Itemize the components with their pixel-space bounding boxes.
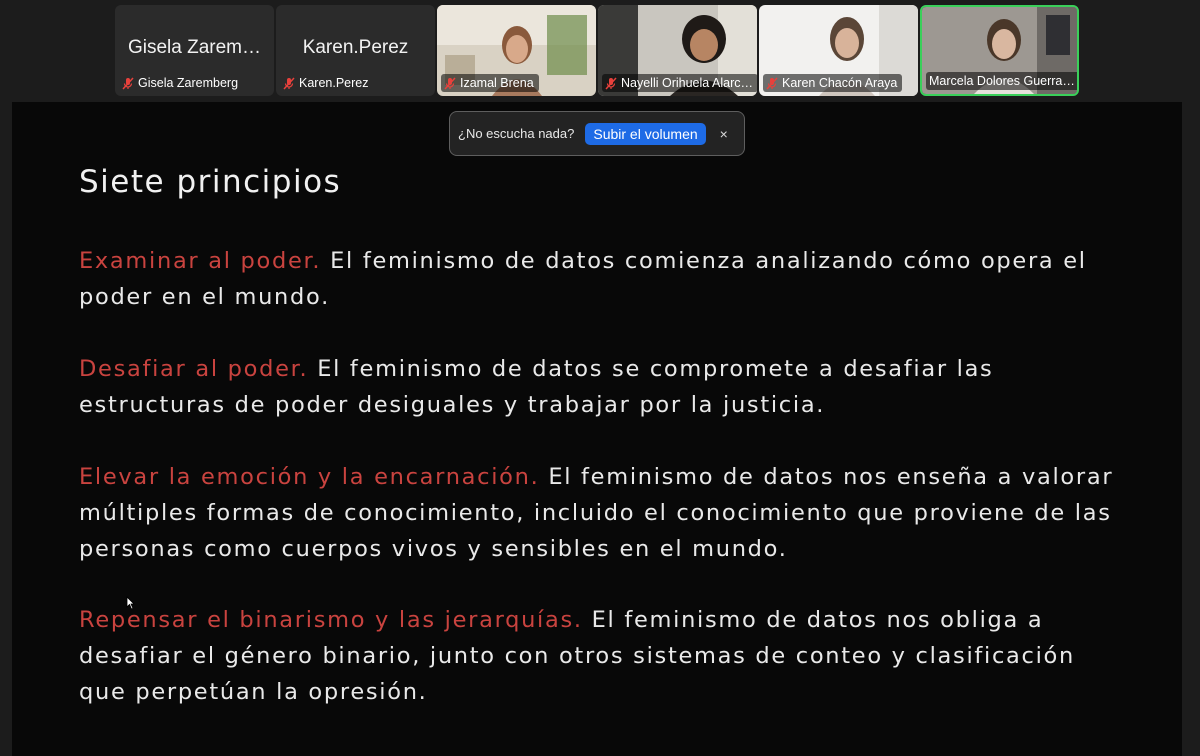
participant-strip: Gisela Zarem… Gisela Zaremberg Karen.Per… (115, 5, 1081, 96)
principle-lead: Desafiar al poder. (79, 356, 309, 382)
participant-name: Marcela Dolores Guerra… (929, 74, 1075, 88)
participant-tile-gisela[interactable]: Gisela Zarem… Gisela Zaremberg (115, 5, 274, 96)
participant-nameplate: Marcela Dolores Guerra… (926, 72, 1077, 90)
audio-prompt-toast: ¿No escucha nada? Subir el volumen × (449, 111, 745, 156)
principle-item: Desafiar al poder. El feminismo de datos… (79, 351, 1129, 423)
mic-off-icon (766, 77, 778, 90)
participant-nameplate: Nayelli Orihuela Alarc… (602, 74, 757, 92)
principle-item: Elevar la emoción y la encarnación. El f… (79, 459, 1129, 567)
participant-tile-izamal[interactable]: Izamal Brena (437, 5, 596, 96)
participant-display-name: Karen.Perez (302, 37, 409, 58)
participant-tile-karen-perez[interactable]: Karen.Perez Karen.Perez (276, 5, 435, 96)
mouse-cursor-icon (126, 596, 135, 610)
raise-volume-button[interactable]: Subir el volumen (585, 122, 706, 145)
participant-nameplate: Gisela Zaremberg (119, 74, 243, 92)
participant-nameplate: Karen Chacón Araya (763, 74, 903, 92)
mic-off-icon (444, 77, 456, 90)
participant-nameplate: Izamal Brena (441, 74, 539, 92)
participant-tile-karen-chacon[interactable]: Karen Chacón Araya (759, 5, 918, 96)
participant-name: Gisela Zaremberg (138, 76, 239, 90)
participant-name: Karen.Perez (299, 76, 369, 90)
principle-lead: Elevar la emoción y la encarnación. (79, 464, 540, 490)
slide-title: Siete principios (79, 164, 342, 200)
participant-name: Nayelli Orihuela Alarc… (621, 76, 753, 90)
participant-name: Karen Chacón Araya (782, 76, 898, 90)
principle-item: Examinar al poder. El feminismo de datos… (79, 243, 1129, 315)
principle-lead: Examinar al poder. (79, 248, 322, 274)
mic-off-icon (283, 77, 295, 90)
mic-off-icon (122, 77, 134, 90)
participant-display-name: Gisela Zarem… (127, 37, 262, 58)
mic-off-icon (605, 77, 617, 90)
principle-item: Repensar el binarismo y las jerarquías. … (79, 602, 1129, 710)
principle-lead: Repensar el binarismo y las jerarquías. (79, 607, 583, 633)
audio-prompt-message: ¿No escucha nada? (458, 126, 575, 141)
participant-nameplate: Karen.Perez (280, 74, 373, 92)
close-icon[interactable]: × (720, 126, 728, 142)
participant-name: Izamal Brena (460, 76, 534, 90)
participant-tile-nayelli[interactable]: Nayelli Orihuela Alarc… (598, 5, 757, 96)
participant-tile-marcela-active-speaker[interactable]: Marcela Dolores Guerra… (920, 5, 1079, 96)
shared-slide: Siete principios Examinar al poder. El f… (12, 102, 1182, 756)
